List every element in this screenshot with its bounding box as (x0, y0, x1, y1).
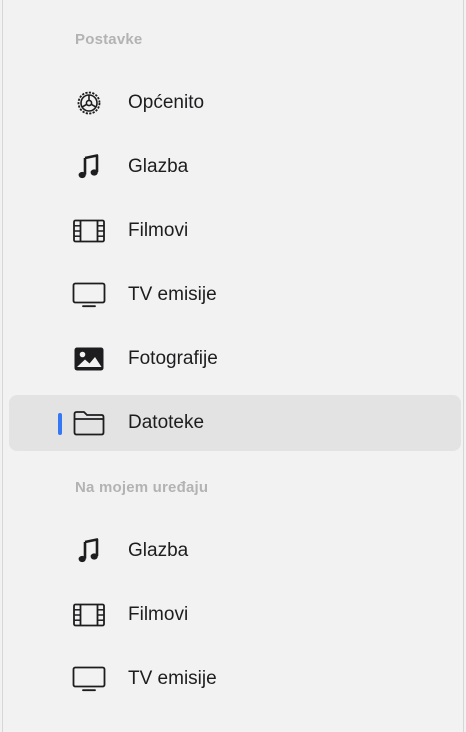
sidebar-item-files[interactable]: Datoteke (9, 395, 461, 451)
sidebar-item-label: Filmovi (128, 220, 189, 241)
sidebar-item-music[interactable]: Glazba (9, 139, 461, 195)
folder-icon (69, 408, 109, 438)
gear-icon (69, 88, 109, 118)
section-header-on-my-device: Na mojem uređaju (75, 479, 209, 496)
sidebar-item-general[interactable]: Općenito (9, 75, 461, 131)
sidebar-item-movies[interactable]: Filmovi (9, 203, 461, 259)
music-note-icon (69, 536, 109, 566)
sidebar-item-label: TV emisije (128, 284, 217, 305)
sidebar-item-photos[interactable]: Fotografije (9, 331, 461, 387)
sidebar-item-label: Datoteke (128, 412, 205, 433)
sidebar-item-label: Fotografije (128, 348, 218, 369)
sidebar-item-label: TV emisije (128, 668, 217, 689)
music-note-icon (69, 152, 109, 182)
sidebar-item-device-movies[interactable]: Filmovi (9, 587, 461, 643)
sidebar-item-tv-shows[interactable]: TV emisije (9, 267, 461, 323)
sidebar-item-label: Glazba (128, 156, 189, 177)
sidebar-item-label: Glazba (128, 540, 189, 561)
sidebar-item-device-music[interactable]: Glazba (9, 523, 461, 579)
sidebar: Postavke Općenito Glazba Filmovi TV emis… (2, 0, 464, 732)
sidebar-item-label: Filmovi (128, 604, 189, 625)
film-icon (69, 216, 109, 246)
photo-icon (69, 344, 109, 374)
tv-icon (69, 664, 109, 694)
tv-icon (69, 280, 109, 310)
section-header-settings: Postavke (75, 31, 143, 48)
selection-indicator (58, 413, 62, 435)
sidebar-item-device-tv-shows[interactable]: TV emisije (9, 651, 461, 707)
film-icon (69, 600, 109, 630)
sidebar-item-label: Općenito (128, 92, 205, 113)
